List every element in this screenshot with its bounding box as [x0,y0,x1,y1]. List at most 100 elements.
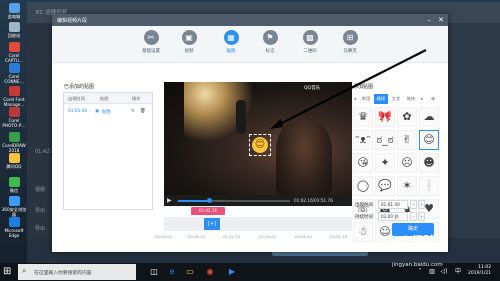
app-icon[interactable]: ▶ [226,266,238,278]
video-icon: ▣ [181,30,197,45]
sticker-option[interactable]: ☻ [419,153,439,173]
baidu-jingyan-logo: Bai 经验 [386,234,436,248]
search-placeholder: 在这里输入你要搜索的内容 [34,271,92,276]
edit-icon[interactable]: ✎ [131,109,135,114]
sticker-option[interactable]: ✦ [375,153,395,173]
baidu-jingyan-url: jingyan.baidu.com [392,262,443,268]
search-icon: ⌕ [22,266,27,275]
start-time-field[interactable]: 01:01.40 [378,200,408,209]
desktop-icon[interactable]: 微信 [1,177,27,193]
sticker-option[interactable]: ✿ [397,107,417,127]
close-button[interactable]: ✕ [436,15,446,25]
row-time: 01:01.40 [68,109,88,114]
start-time-increment[interactable]: + [418,200,425,209]
desktop-icon[interactable]: Corel CONNE… [1,63,27,84]
sticker-option[interactable]: 😊 [419,130,439,150]
seek-progress [178,200,210,202]
play-icon[interactable]: ▶ [167,197,172,204]
sticker-option[interactable]: ◯ [353,176,373,196]
sticker-option[interactable]: ✌ [397,130,417,150]
system-clock[interactable]: 11:02 2019/1/21 [468,265,491,277]
video-app-icon[interactable]: ◉ [204,266,216,278]
tab-next-icon[interactable]: ▸ [419,94,425,104]
row-sticker-name: 贴图 [102,110,111,115]
sticker-option[interactable]: ❕ [419,176,439,196]
ime-icon[interactable]: 中 [452,266,464,278]
desktop-icon[interactable]: Corel CAPTU… [1,42,27,63]
sticker-option[interactable]: ☹ [397,153,417,173]
timeline-tick: 03:51.76 [330,234,347,239]
column-header-action: 操作 [132,96,141,101]
dialog-titlebar: 编辑视频片段 – ✕ [52,14,448,26]
taskbar-search[interactable]: ⌕ 在这里输入你要搜索的内容 [18,264,136,280]
singer [276,120,332,195]
table-header: 出现时间 贴图 操作 [64,93,152,104]
tool-mark[interactable]: ⚑ 标记 [248,30,292,54]
task-view-icon[interactable]: ◫ [148,266,160,278]
sticker-option[interactable]: ☁ [419,107,439,127]
folder-icon[interactable]: ▭ [184,266,196,278]
sticker-grid: ♛🎀✿☁ᵔᴥᵔಠ_ಠ✌😊😘✦☹☻◯💬✶❕☏☎♞♥☃☺♨✈ [353,107,441,242]
timeline-track[interactable]: [+] [164,217,352,231]
desktop-icon-label: Corel CONNE… [4,74,24,84]
tab-text[interactable]: 文字 [389,94,403,104]
tool-qrcode[interactable]: ▩ 二维码 [288,30,332,54]
timeline-position-marker[interactable]: 01:02.16 [191,207,225,215]
tool-video[interactable]: ▣ 视频 [167,30,211,54]
desktop-icon-label: Corel CAPTU… [4,53,24,63]
table-row[interactable]: 01:01.40 ▣ 贴图 ✎ 🗑 [64,104,152,119]
time-readout: 01:02.16/03:51.76 [294,198,333,203]
sticker-option[interactable]: ✶ [397,176,417,196]
tab-decor[interactable]: 装饰 [404,94,418,104]
tab-funny[interactable]: 搞怪 [374,94,388,104]
seek-bar[interactable] [178,198,290,203]
tool-mosaic[interactable]: ⊞ 马赛克 [328,30,372,54]
microphone [236,100,246,134]
desktop-icon[interactable]: 360安全浏览器 [1,196,27,217]
image-icon: ▦ [223,30,239,45]
edge-icon[interactable]: e [166,266,178,278]
desktop-icon[interactable]: CorelDRAW 2018 [1,132,27,153]
smiley-sticker-icon[interactable]: 😊 [252,137,268,153]
desktop-icon[interactable]: Corel PHOTO-P… [1,107,27,128]
dialog-title: 编辑视频片段 [57,18,88,24]
app-icon [8,153,20,163]
tool-sticker[interactable]: ▦ 贴图 [209,30,253,54]
timeline-sticker-clip[interactable]: [+] [204,218,220,230]
desktop-icon[interactable]: Microsoft Edge [1,217,27,238]
sticker-option[interactable]: 💬 [375,176,395,196]
sticker-option[interactable]: ᵔᴥᵔ [353,130,373,150]
tool-label: 视频 [184,49,194,54]
sidebar-item-video[interactable]: 视频 [35,186,45,193]
sidebar-item-export[interactable]: 导出 [35,207,45,214]
tab-prev-icon[interactable]: ◂ [352,94,358,104]
duration-field[interactable]: 03.00 秒 [378,212,408,221]
row-sticker-icon: ▣ [95,109,100,114]
sticker-option[interactable]: ಠ_ಠ [375,130,395,150]
start-time-label: 出现时间 [355,203,373,208]
desktop-icon[interactable]: Corel Font Manage… [1,86,27,107]
start-time-decrement[interactable]: − [410,200,417,209]
sticker-option[interactable]: 😘 [353,153,373,173]
delete-icon[interactable]: 🗑 [140,109,145,114]
seek-handle[interactable] [206,198,212,203]
sidebar-item-export-2[interactable]: 导出 [35,225,45,232]
add-category-icon[interactable]: + [428,94,438,104]
timeline-tick: 00:46.35 [188,234,205,239]
tool-label: 马赛克 [343,49,357,54]
sidebar-item-time[interactable]: 01:42: [35,149,51,155]
minimize-button[interactable]: – [424,15,434,25]
sticker-selection-box[interactable]: 😊 [249,134,271,156]
desktop-icon[interactable]: 回收站 [1,22,27,38]
sticker-option[interactable]: ☃ [353,222,373,242]
sticker-option[interactable]: ♛ [353,107,373,127]
desktop-icon[interactable]: 此电脑 [1,3,27,19]
duration-increment[interactable]: + [418,212,425,221]
added-stickers-title: 已添加的贴图 [64,84,95,90]
video-preview[interactable]: QQ音乐 😊 [164,82,352,195]
sticker-option[interactable]: 🎀 [375,107,395,127]
tab-common[interactable]: 常用 [359,94,373,104]
windows-start-icon[interactable]: ⊞ [3,266,11,278]
duration-decrement[interactable]: − [410,212,417,221]
desktop-icon[interactable]: 腾讯QQ [1,153,27,169]
